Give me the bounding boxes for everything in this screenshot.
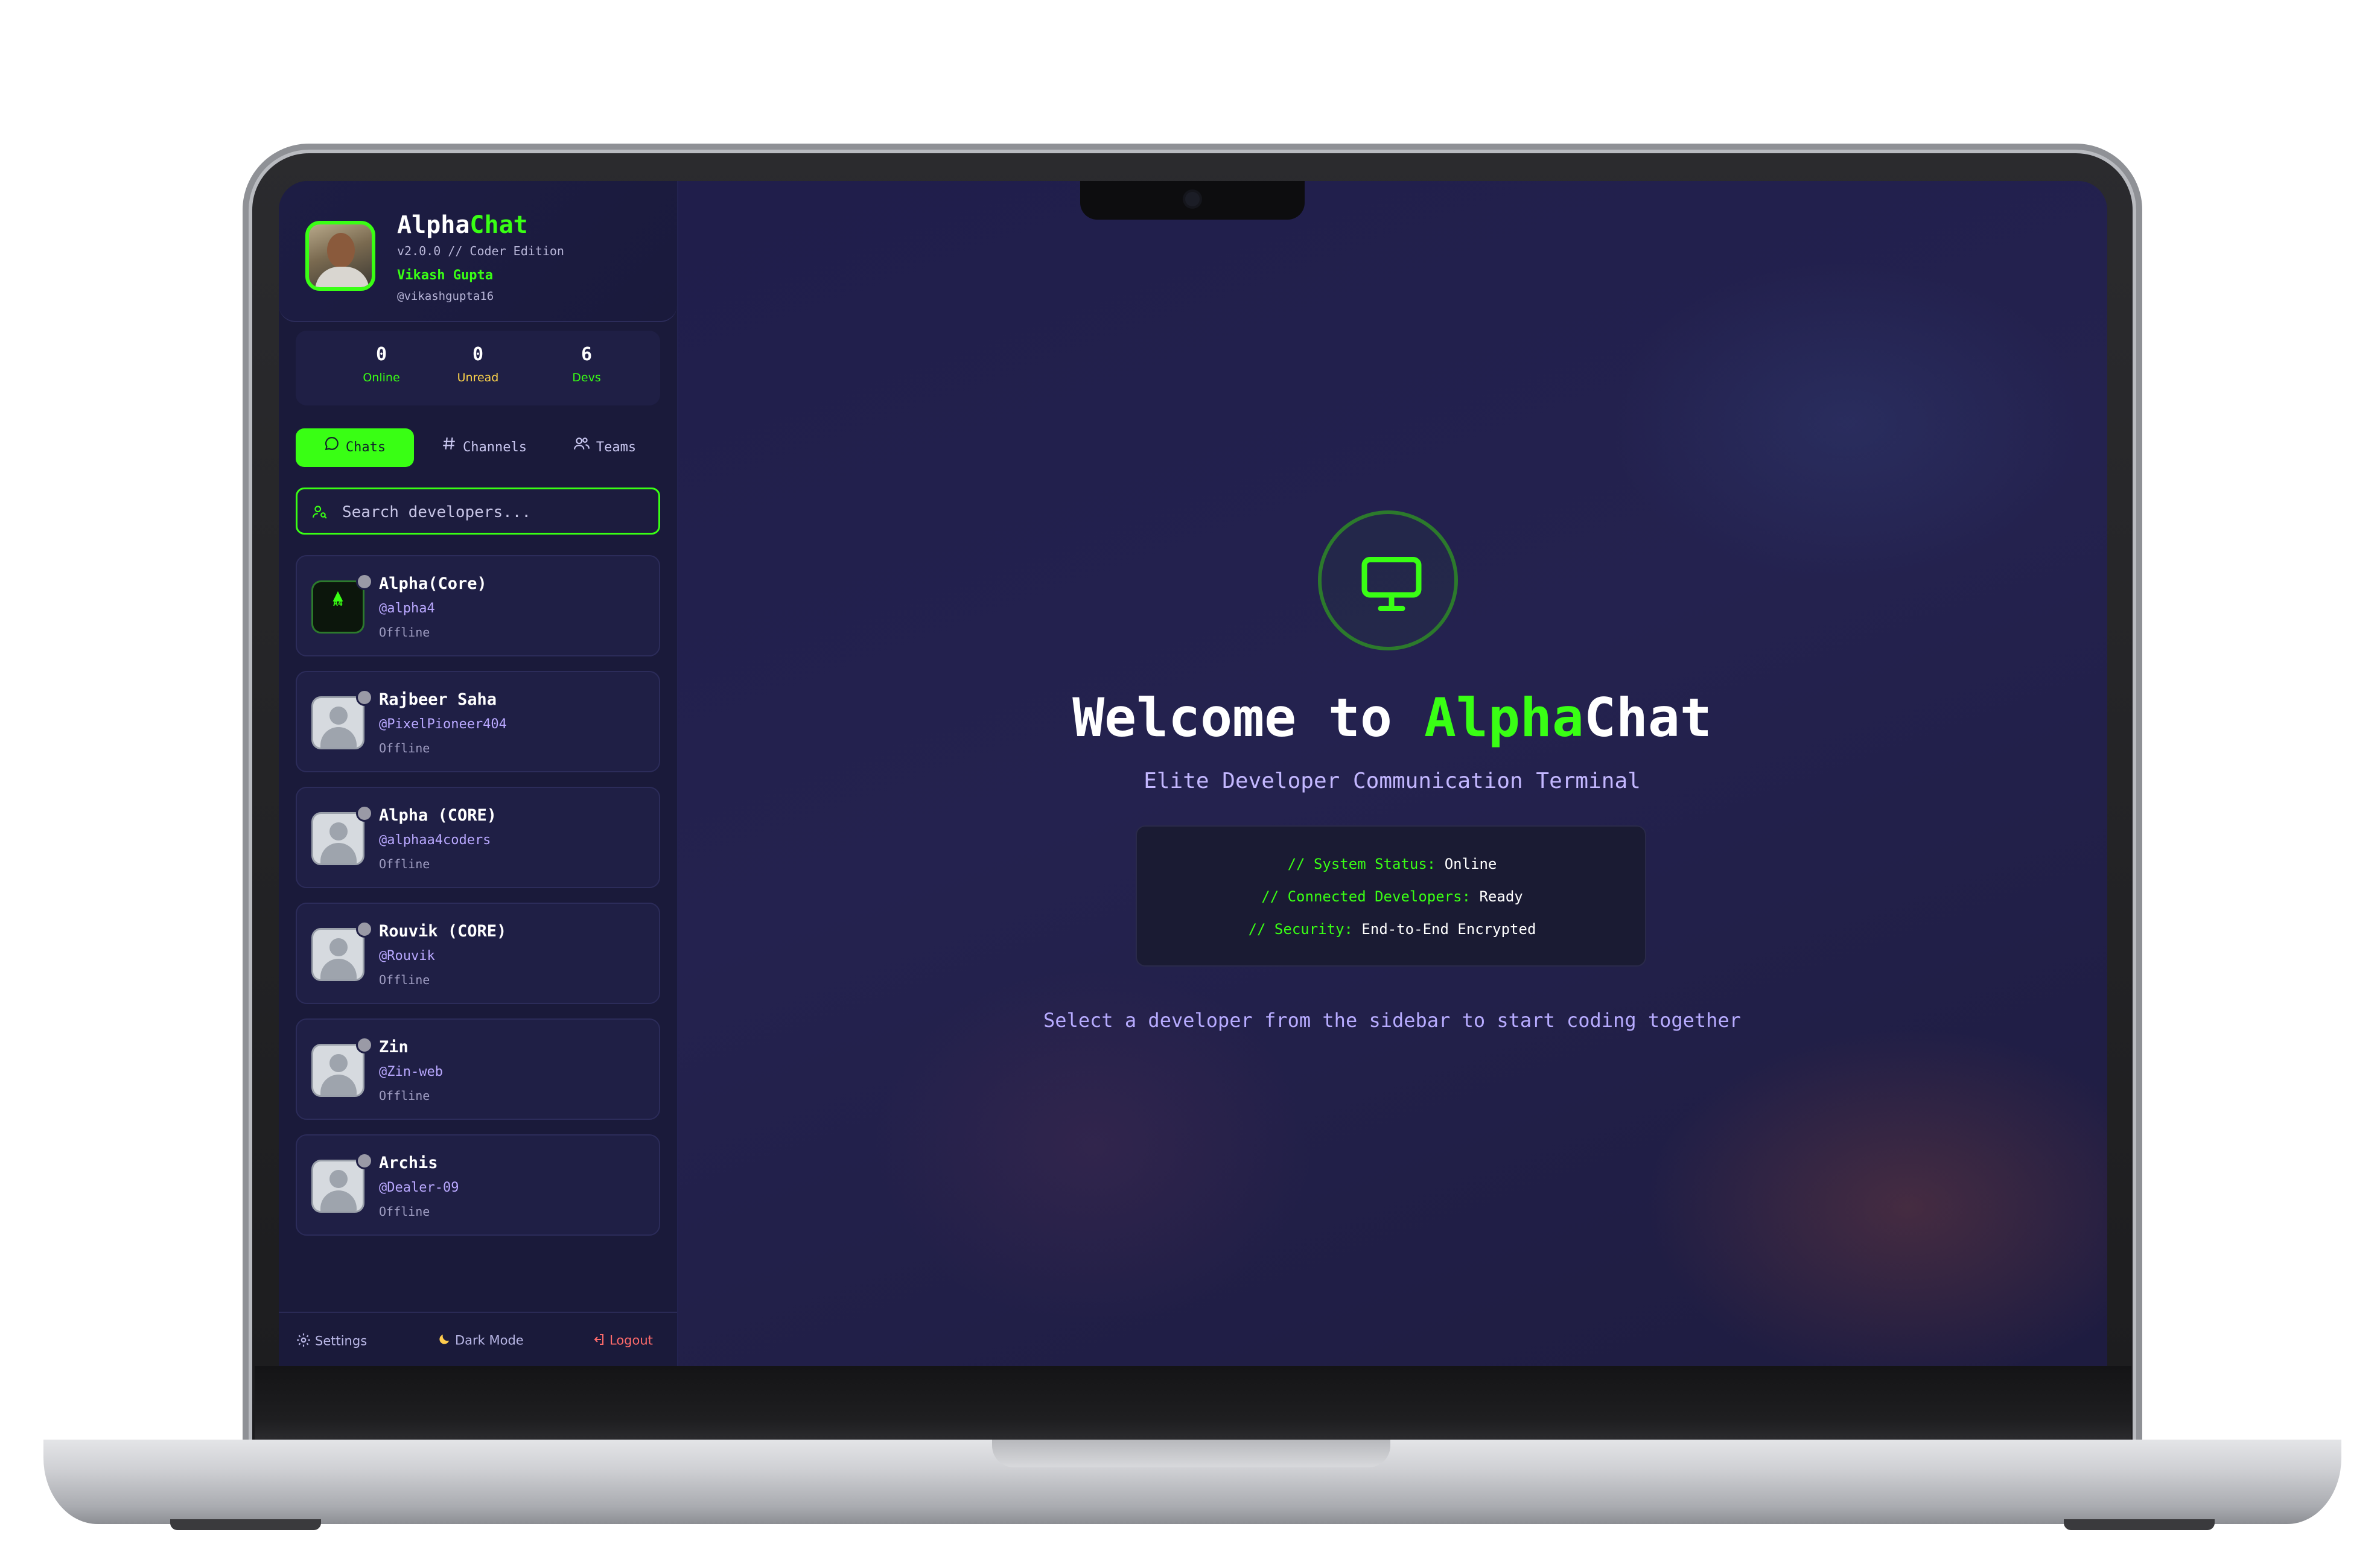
chat-bubble-icon bbox=[324, 428, 340, 467]
status-row: // Security: End-to-End Encrypted bbox=[1248, 921, 1536, 938]
settings-button[interactable]: Settings bbox=[296, 1332, 367, 1351]
laptop-chin bbox=[255, 1366, 2131, 1442]
welcome-subtitle: Elite Developer Communication Terminal bbox=[1144, 769, 1641, 793]
tab-channels[interactable]: Channels bbox=[424, 428, 544, 467]
logout-icon bbox=[591, 1332, 606, 1350]
camera-icon bbox=[1185, 192, 1200, 206]
app-title: AlphaChat bbox=[397, 211, 528, 239]
search-box bbox=[296, 488, 660, 535]
contact-handle: @alpha4 bbox=[379, 601, 435, 616]
search-input[interactable] bbox=[341, 495, 645, 529]
moon-icon bbox=[437, 1332, 451, 1350]
tab-teams[interactable]: Teams bbox=[549, 428, 660, 467]
profile-header: AlphaChat v2.0.0 // Coder Edition Vikash… bbox=[279, 181, 677, 322]
contact-item[interactable]: Rajbeer Saha @PixelPioneer404 Offline bbox=[296, 671, 660, 772]
laptop-opening-notch bbox=[992, 1440, 1390, 1467]
monitor-icon bbox=[1318, 510, 1458, 650]
main-panel: Welcome to AlphaChat Elite Developer Com… bbox=[677, 181, 2107, 1366]
contact-handle: @PixelPioneer404 bbox=[379, 717, 507, 732]
user-handle: @vikashgupta16 bbox=[397, 290, 494, 303]
default-avatar-icon bbox=[311, 696, 364, 749]
user-name: Vikash Gupta bbox=[397, 268, 493, 283]
default-avatar-icon bbox=[311, 928, 364, 981]
user-avatar[interactable] bbox=[305, 221, 375, 291]
laptop-foot bbox=[2064, 1519, 2215, 1530]
start-hint: Select a developer from the sidebar to s… bbox=[1043, 1009, 1741, 1032]
contact-item[interactable]: Alpha (CORE) @alphaa4coders Offline bbox=[296, 787, 660, 888]
tab-chats[interactable]: Chats bbox=[296, 428, 414, 467]
laptop-foot bbox=[170, 1519, 321, 1530]
coders-logo-icon: A4 bbox=[333, 599, 343, 608]
default-avatar-icon bbox=[311, 1044, 364, 1097]
contact-item[interactable]: ▲ A4 Alpha(Core) @alpha4 Offline bbox=[296, 555, 660, 656]
camera-notch bbox=[1080, 181, 1305, 220]
stat-devs: 6 Devs bbox=[572, 344, 601, 384]
contact-status: Offline bbox=[379, 973, 430, 987]
hash-icon bbox=[441, 428, 457, 467]
default-avatar-icon bbox=[311, 812, 364, 865]
contact-name: Zin bbox=[379, 1038, 409, 1056]
status-dot bbox=[356, 805, 373, 822]
contact-name: Alpha(Core) bbox=[379, 574, 487, 593]
stat-online: 0 Online bbox=[363, 344, 400, 384]
stats-panel: 0 Online 0 Unread 6 Devs bbox=[296, 331, 660, 405]
sidebar-tabs: Chats Channels Teams bbox=[296, 428, 660, 467]
contact-handle: @Dealer-09 bbox=[379, 1180, 459, 1195]
contact-name: Rouvik (CORE) bbox=[379, 922, 507, 941]
app-window: AlphaChat v2.0.0 // Coder Edition Vikash… bbox=[279, 181, 2107, 1366]
status-dot bbox=[356, 921, 373, 938]
contact-name: Alpha (CORE) bbox=[379, 806, 497, 825]
contact-status: Offline bbox=[379, 741, 430, 755]
system-status-panel: // System Status: Online // Connected De… bbox=[1136, 825, 1646, 967]
welcome-heading: Welcome to AlphaChat bbox=[1072, 687, 1712, 749]
status-row: // System Status: Online bbox=[1287, 856, 1497, 872]
contact-status: Offline bbox=[379, 1088, 430, 1103]
users-icon bbox=[573, 428, 590, 467]
contact-item[interactable]: Archis @Dealer-09 Offline bbox=[296, 1134, 660, 1236]
contact-item[interactable]: Rouvik (CORE) @Rouvik Offline bbox=[296, 903, 660, 1004]
contact-avatar: ▲ A4 bbox=[311, 580, 364, 634]
contact-status: Offline bbox=[379, 625, 430, 640]
sidebar: AlphaChat v2.0.0 // Coder Edition Vikash… bbox=[279, 181, 678, 1366]
contact-handle: @Rouvik bbox=[379, 948, 435, 964]
status-dot bbox=[356, 1037, 373, 1053]
contact-name: Rajbeer Saha bbox=[379, 690, 497, 709]
contact-name: Archis bbox=[379, 1154, 438, 1172]
logout-button[interactable]: Logout bbox=[591, 1332, 653, 1350]
status-dot bbox=[356, 689, 373, 706]
stat-unread: 0 Unread bbox=[457, 344, 499, 384]
contact-handle: @alphaa4coders bbox=[379, 833, 491, 848]
default-avatar-icon bbox=[311, 1160, 364, 1213]
app-version: v2.0.0 // Coder Edition bbox=[397, 244, 564, 258]
user-search-icon bbox=[312, 504, 328, 522]
sidebar-footer: Settings Dark Mode Logout bbox=[279, 1312, 677, 1366]
contact-status: Offline bbox=[379, 857, 430, 871]
dark-mode-toggle[interactable]: Dark Mode bbox=[437, 1332, 524, 1350]
status-dot bbox=[356, 573, 373, 590]
contact-handle: @Zin-web bbox=[379, 1064, 443, 1079]
contact-item[interactable]: Zin @Zin-web Offline bbox=[296, 1018, 660, 1120]
status-row: // Connected Developers: Ready bbox=[1261, 888, 1523, 905]
status-dot bbox=[356, 1152, 373, 1169]
gear-icon bbox=[296, 1332, 311, 1351]
contact-status: Offline bbox=[379, 1204, 430, 1219]
